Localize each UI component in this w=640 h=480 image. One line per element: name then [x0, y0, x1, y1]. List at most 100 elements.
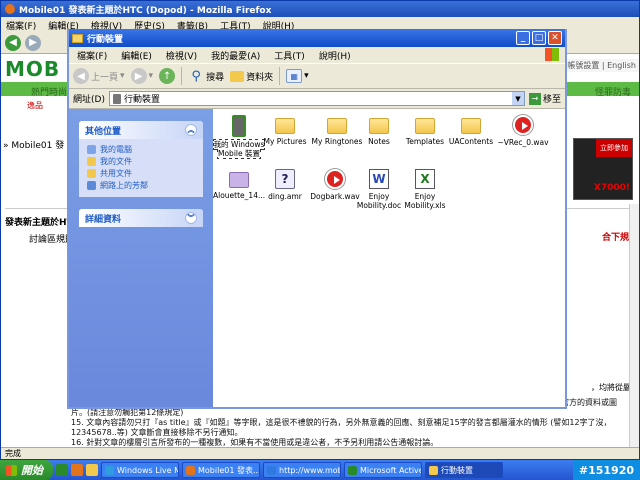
- minimize-button[interactable]: _: [516, 31, 530, 45]
- toolbar-separator: [181, 67, 183, 85]
- maximize-button[interactable]: □: [532, 31, 546, 45]
- ff-hot-right[interactable]: 怪罪防毒: [595, 85, 631, 98]
- address-value: 行動裝置: [123, 95, 160, 105]
- mobile-device-icon: [232, 115, 246, 137]
- ff-scrollbar[interactable]: [629, 204, 639, 447]
- task-activesync[interactable]: Microsoft Active...: [344, 462, 422, 478]
- expand-chevron-icon[interactable]: ︾: [185, 212, 197, 224]
- other-places-list: 我的電腦 我的文件 共用文件 網路上的芳鄰: [79, 139, 203, 197]
- folder-icon: [369, 118, 389, 134]
- folders-button[interactable]: 資料夾: [230, 70, 273, 83]
- place-my-documents[interactable]: 我的文件: [87, 155, 195, 167]
- back-button[interactable]: ◀ 上一頁 ▾: [73, 68, 125, 84]
- item-windows-mobile-device[interactable]: 我的 Windows Mobile 裝置: [212, 115, 266, 159]
- item-my-pictures[interactable]: My Pictures: [259, 115, 311, 146]
- task-windows-live[interactable]: Windows Live M...: [101, 462, 179, 478]
- ex-menu-tools[interactable]: 工具(T): [274, 49, 305, 62]
- network-places-icon: [87, 180, 96, 190]
- ff-back-arrow-icon[interactable]: ◀: [5, 34, 21, 51]
- firefox-icon: [5, 4, 15, 14]
- task-label: Mobile01 發表...: [198, 465, 260, 475]
- ff-menu-file[interactable]: 檔案(F): [6, 19, 36, 32]
- details-title: 詳細資料: [85, 214, 122, 225]
- task-http[interactable]: http://www.mobil...: [263, 462, 341, 478]
- item-ding-amr[interactable]: ? ding.amr: [259, 169, 311, 201]
- quick-launch-icon[interactable]: [56, 464, 68, 476]
- mobile-device-small-icon: [112, 93, 121, 104]
- details-panel: 詳細資料 ︾: [79, 209, 203, 227]
- ie-icon: [267, 465, 276, 475]
- go-button[interactable]: → 移至: [528, 92, 561, 105]
- ff-top-links[interactable]: 帳號設置 | English: [564, 59, 639, 72]
- my-documents-icon: [87, 156, 96, 166]
- views-button[interactable]: ▦ ▾: [286, 69, 309, 83]
- item-label: Enjoy Mobility.xls: [404, 192, 446, 210]
- address-input[interactable]: 行動裝置 ▼: [108, 91, 525, 106]
- folder-window-icon: [72, 33, 83, 43]
- address-dropdown-icon[interactable]: ▼: [511, 92, 524, 105]
- place-network[interactable]: 網路上的芳鄰: [87, 179, 195, 191]
- ex-menu-edit[interactable]: 編輯(E): [121, 49, 152, 62]
- ex-menu-help[interactable]: 說明(H): [319, 49, 351, 62]
- task-mobile-device[interactable]: 行動裝置: [425, 462, 503, 478]
- go-label: 移至: [542, 95, 561, 105]
- item-templates[interactable]: Templates: [399, 115, 451, 146]
- folders-label: 資料夾: [246, 72, 274, 83]
- place-label: 共用文件: [100, 168, 132, 178]
- firefox-title-bar[interactable]: Mobile01 發表新主題於HTC (Dopod) - Mozilla Fir…: [1, 1, 639, 17]
- ff-row2-left[interactable]: 逸品: [27, 100, 43, 111]
- start-button[interactable]: 開始: [0, 460, 53, 480]
- ff-rule-15: 15. 文章內容請勿只打『as title』或『如題』等字眼，這是很不禮貌的行為…: [71, 418, 612, 437]
- ff-ad-text: X7000!: [593, 183, 630, 193]
- item-vrec-wav[interactable]: ~VRec_0.wav: [493, 115, 553, 147]
- ff-forward-arrow-icon[interactable]: ▶: [25, 34, 41, 51]
- ff-ad-button[interactable]: 立即參加: [596, 139, 632, 157]
- back-dropdown-icon[interactable]: ▾: [120, 71, 125, 81]
- quick-launch-icon[interactable]: [86, 464, 98, 476]
- forward-button[interactable]: ▶ ▾: [130, 68, 154, 84]
- mobile01-logo[interactable]: MOB: [5, 57, 60, 81]
- collapse-chevron-icon[interactable]: ︽: [185, 124, 197, 136]
- search-button[interactable]: ⚲ 搜尋: [188, 68, 224, 84]
- details-header[interactable]: 詳細資料 ︾: [79, 209, 203, 227]
- ff-section-right-text: 合下規: [601, 233, 629, 243]
- other-places-header[interactable]: 其他位置 ︽: [79, 121, 203, 139]
- place-label: 網路上的芳鄰: [100, 180, 148, 190]
- close-button[interactable]: ✕: [548, 31, 562, 45]
- quick-launch-icon[interactable]: [71, 464, 83, 476]
- place-my-computer[interactable]: 我的電腦: [87, 143, 195, 155]
- item-enjoy-doc[interactable]: W Enjoy Mobility.doc: [353, 169, 405, 210]
- item-label: Enjoy Mobility.doc: [356, 192, 402, 210]
- ex-menu-favorites[interactable]: 我的最愛(A): [211, 49, 260, 62]
- forward-dropdown-icon[interactable]: ▾: [149, 71, 154, 81]
- item-enjoy-xls[interactable]: X Enjoy Mobility.xls: [399, 169, 451, 210]
- views-dropdown-icon[interactable]: ▾: [304, 71, 309, 81]
- other-places-title: 其他位置: [85, 126, 122, 137]
- go-arrow-icon: →: [528, 92, 541, 105]
- explorer-body: 其他位置 ︽ 我的電腦 我的文件 共用文件 網路上的芳鄰 詳細資料 ︾ 我的 W…: [69, 109, 565, 407]
- ff-ad-banner[interactable]: 立即參加 X7000!: [573, 138, 633, 200]
- toolbar-separator: [279, 67, 281, 85]
- ex-menu-file[interactable]: 檔案(F): [77, 49, 107, 62]
- windows-flag-icon: [545, 48, 559, 61]
- item-alouette[interactable]: Alouette_14...: [213, 169, 265, 200]
- task-mobile01[interactable]: Mobile01 發表...: [182, 462, 260, 478]
- explorer-window[interactable]: 行動裝置 _ □ ✕ 檔案(F) 編輯(E) 檢視(V) 我的最愛(A) 工具(…: [67, 29, 567, 409]
- start-label: 開始: [21, 464, 43, 477]
- activesync-icon: [348, 465, 357, 475]
- ff-hot-left[interactable]: 熱門時尚: [31, 85, 67, 98]
- ex-menu-view[interactable]: 檢視(V): [166, 49, 197, 62]
- back-label: 上一頁: [91, 72, 119, 83]
- task-pane: 其他位置 ︽ 我的電腦 我的文件 共用文件 網路上的芳鄰 詳細資料 ︾: [69, 109, 213, 407]
- firefox-icon: [186, 465, 195, 475]
- ff-breadcrumb[interactable]: » Mobile01 發: [3, 138, 64, 151]
- item-uacontents[interactable]: UAContents: [445, 115, 497, 146]
- file-view[interactable]: 我的 Windows Mobile 裝置 My Pictures My Ring…: [212, 109, 565, 407]
- item-label: 我的 Windows Mobile 裝置: [212, 139, 266, 159]
- place-shared-documents[interactable]: 共用文件: [87, 167, 195, 179]
- item-notes[interactable]: Notes: [353, 115, 405, 146]
- explorer-title-bar[interactable]: 行動裝置 _ □ ✕: [69, 29, 565, 47]
- folders-icon: [230, 70, 245, 82]
- explorer-title: 行動裝置: [87, 34, 124, 45]
- up-button[interactable]: ↑: [159, 68, 176, 84]
